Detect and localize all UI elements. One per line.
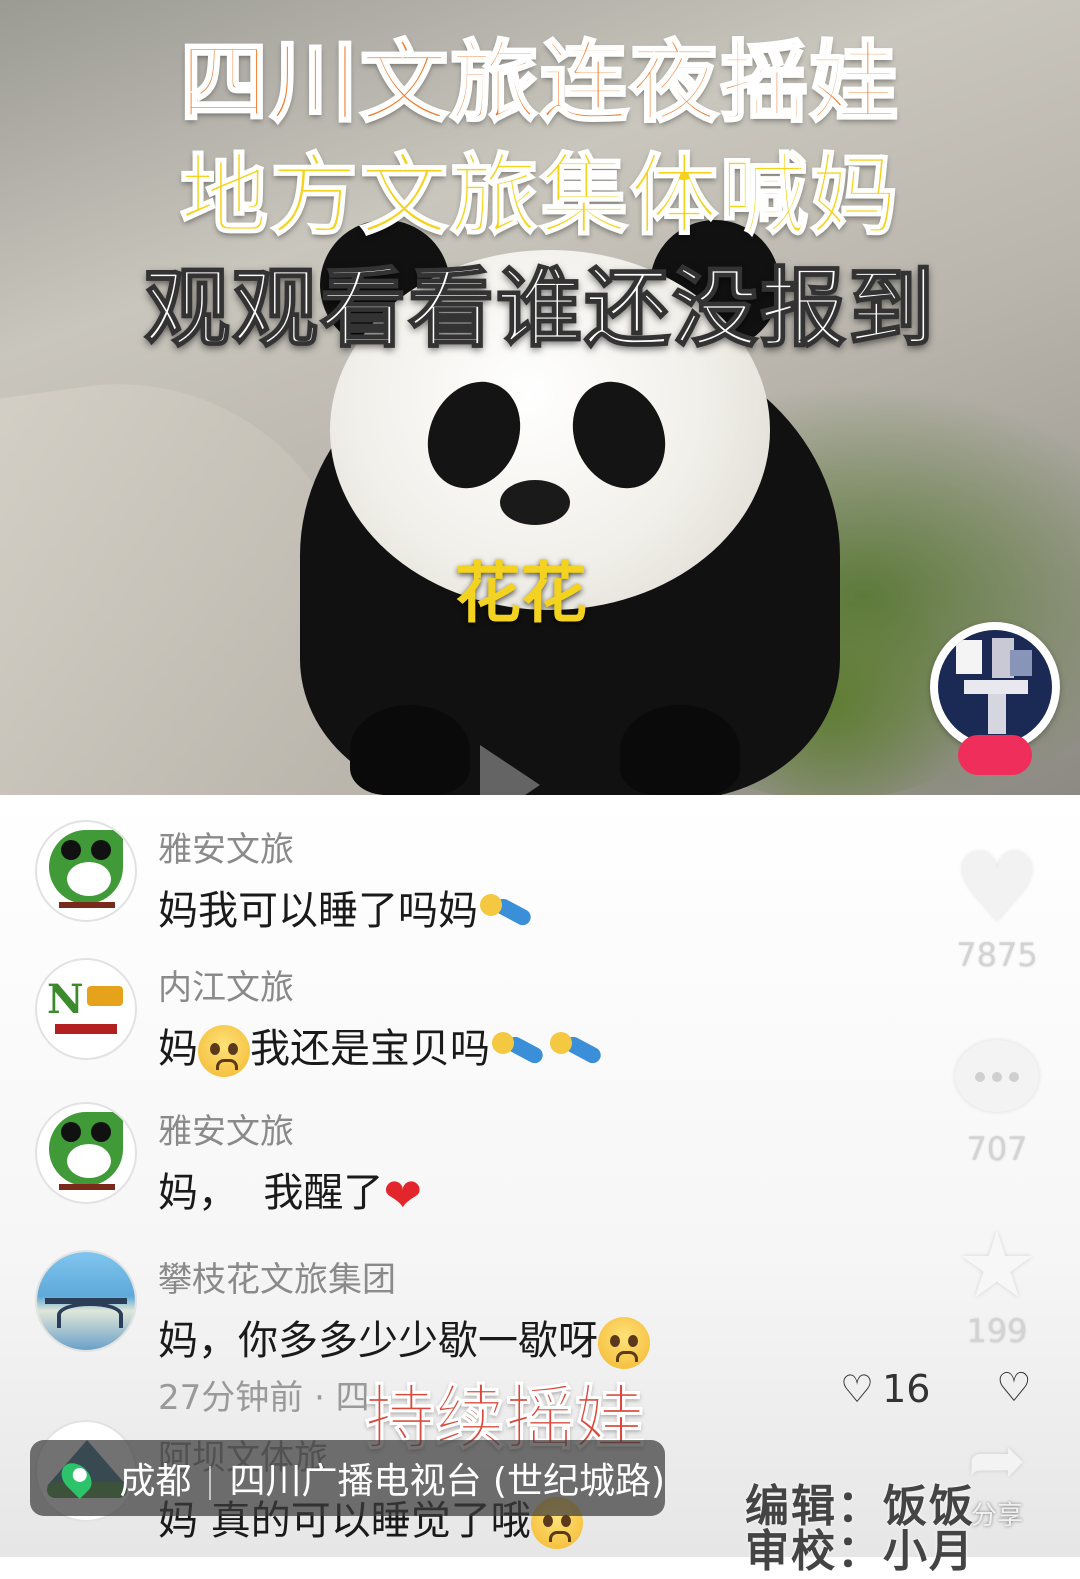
location-text: 成都 四川广播电视台 (世纪城路)	[119, 1452, 665, 1504]
favorite-action[interactable]: ★ 199	[942, 1212, 1052, 1351]
comment-text-body: 妈我可以睡了吗妈	[158, 888, 478, 934]
creator-avatar[interactable]	[938, 630, 1052, 744]
comment-author[interactable]: 内江文旅	[158, 960, 294, 1009]
broken-heart-icon[interactable]: ♡	[996, 1365, 1032, 1411]
yaan-logo-avatar[interactable]	[35, 820, 137, 922]
comment-item: 雅安文旅 妈， 我醒了❤	[0, 1082, 940, 1218]
location-pin-icon	[55, 1456, 98, 1500]
comment-item: 雅安文旅 妈我可以睡了吗妈	[0, 800, 940, 934]
comment-text: 妈 我还是宝贝吗	[158, 1016, 606, 1077]
location-tag[interactable]: 成都 四川广播电视台 (世纪城路)	[30, 1440, 665, 1516]
play-icon[interactable]	[480, 745, 540, 795]
reviewer-credit: 审校：小月	[745, 1526, 975, 1577]
video-caption-line1: 四川文旅连夜摇娃	[178, 30, 900, 136]
comment-like-count: 16	[882, 1367, 931, 1411]
location-place: 四川广播电视台 (世纪城路)	[229, 1461, 665, 1502]
video-caption-line3: 观观看看谁还没报到	[143, 258, 936, 360]
comment-text: 妈， 我醒了❤	[158, 1160, 422, 1218]
heart-outline-icon: ♡	[840, 1367, 875, 1411]
comment-item: N 内江文旅 妈 我还是宝贝吗	[0, 938, 940, 1077]
location-city: 成都	[119, 1461, 192, 1502]
comment-item: 攀枝花文旅集团 妈，你多多少少歇一歇呀	[0, 1230, 940, 1369]
like-action[interactable]: ♥ 7875	[942, 840, 1052, 974]
video-player[interactable]: 四川文旅连夜摇娃 地方文旅集体喊妈 观观看看谁还没报到 花花	[0, 0, 1080, 795]
comment-text: 妈我可以睡了吗妈	[158, 878, 536, 936]
neijiang-logo-avatar[interactable]: N	[35, 958, 137, 1060]
comment-author[interactable]: 雅安文旅	[158, 822, 294, 871]
follow-button[interactable]	[958, 735, 1032, 775]
comment-text-part: 妈	[158, 1026, 198, 1072]
yaan-logo-avatar[interactable]	[35, 1102, 137, 1204]
comment-author[interactable]: 攀枝花文旅集团	[158, 1252, 396, 1301]
panzhihua-logo-avatar[interactable]	[35, 1250, 137, 1352]
heart-icon: ♥	[953, 832, 1041, 944]
cry-emoji-icon	[198, 1025, 250, 1077]
comment-author[interactable]: 雅安文旅	[158, 1104, 294, 1153]
doll-emoji-icon	[548, 1028, 606, 1074]
comment-text-part: 我还是宝贝吗	[250, 1026, 490, 1072]
like-count: 7875	[956, 936, 1038, 974]
panda-name-label: 花花	[455, 555, 587, 632]
comment-text-body: 妈， 我醒了	[158, 1170, 384, 1216]
comment-like-button[interactable]: ♡ 16	[840, 1367, 930, 1411]
comment-bubble-icon	[955, 1040, 1039, 1112]
doll-emoji-icon	[490, 1028, 548, 1074]
video-caption-line2: 地方文旅集体喊妈	[179, 143, 900, 248]
comment-text-body: 妈，你多多少少歇一歇呀	[158, 1318, 598, 1364]
heart-emoji-icon: ❤	[383, 1168, 422, 1222]
comment-timestamp: 27分钟前 · 四	[158, 1378, 370, 1418]
comment-action[interactable]: 707	[942, 1040, 1052, 1168]
doll-emoji-icon	[478, 890, 536, 936]
comment-count: 707	[966, 1130, 1028, 1168]
star-icon: ★	[955, 1212, 1039, 1319]
comment-text: 妈，你多多少少歇一歇呀	[158, 1308, 650, 1369]
